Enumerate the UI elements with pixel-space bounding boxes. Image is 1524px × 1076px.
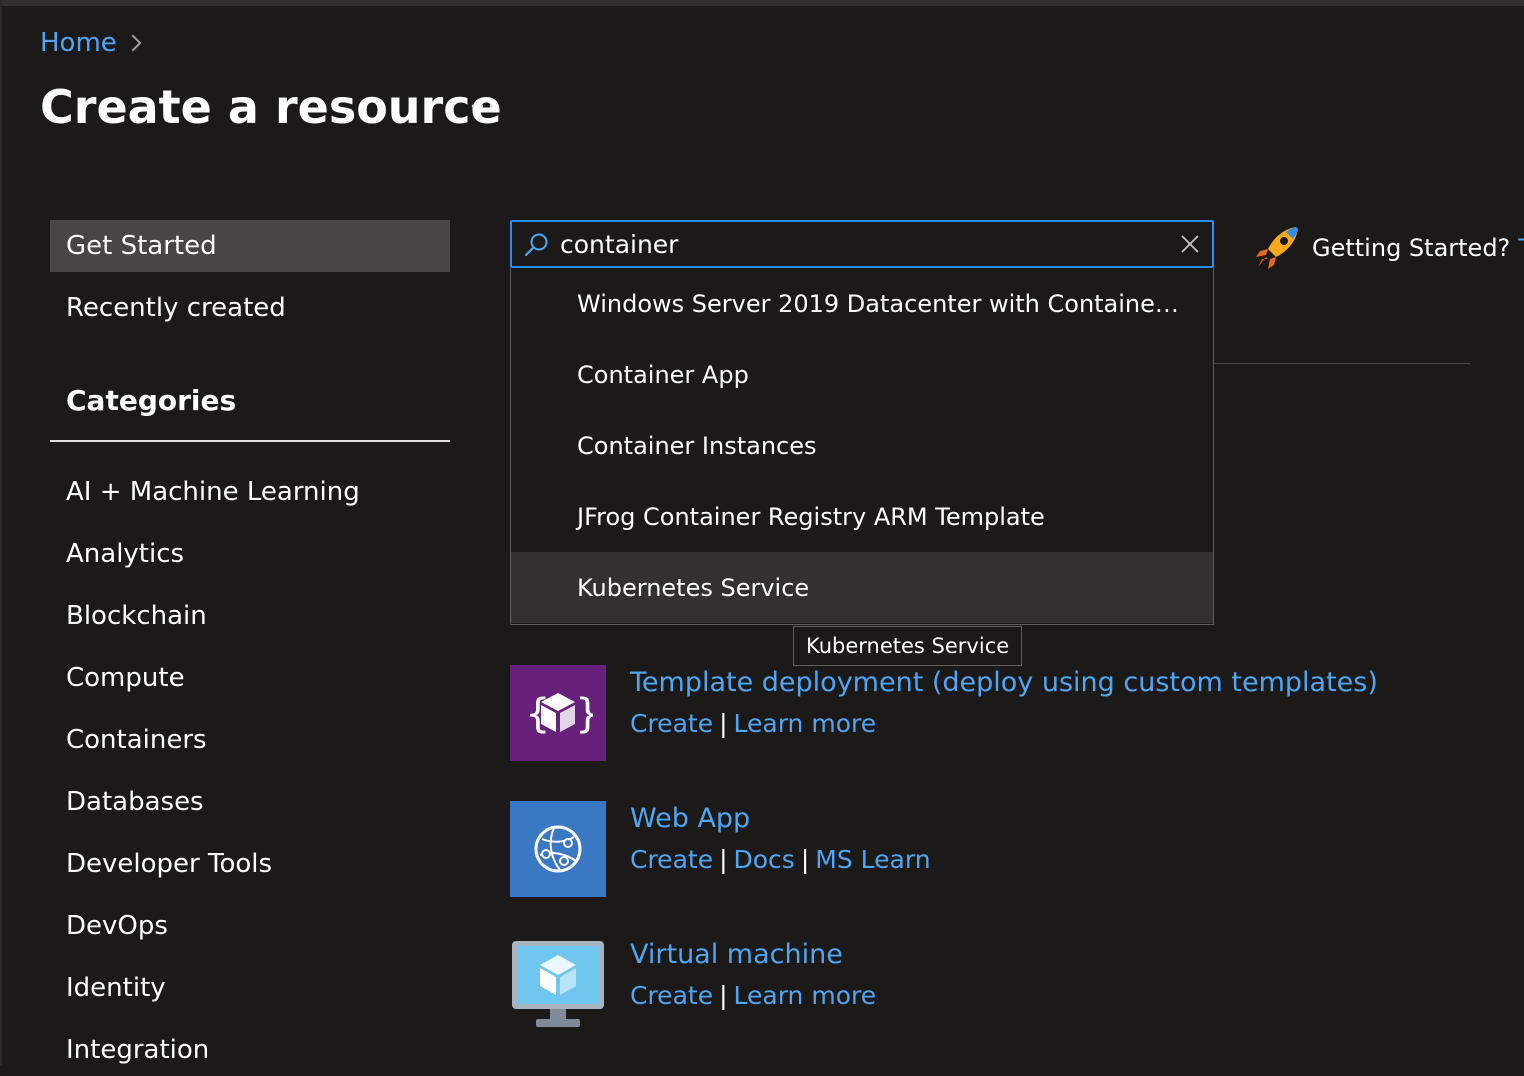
- template-deployment-icon: { }: [510, 665, 606, 761]
- search-icon: [524, 233, 548, 257]
- category-label: Developer Tools: [66, 849, 273, 879]
- sidebar-item-recently-created[interactable]: Recently created: [50, 282, 450, 334]
- more-options-button[interactable]: ···: [466, 90, 500, 126]
- category-developer-tools[interactable]: Developer Tools: [50, 838, 450, 890]
- template-deployment-glyph: { }: [525, 691, 593, 737]
- category-compute[interactable]: Compute: [50, 652, 450, 704]
- search-input[interactable]: [560, 226, 1160, 262]
- category-analytics[interactable]: Analytics: [50, 528, 450, 580]
- sidebar-item-get-started[interactable]: Get Started: [50, 220, 450, 272]
- template-deployment-create-link[interactable]: Create: [630, 709, 713, 738]
- chevron-right-icon: [124, 34, 142, 52]
- category-identity[interactable]: Identity: [50, 962, 450, 1014]
- suggestion-label: Kubernetes Service: [577, 573, 810, 602]
- virtual-machine-icon: [510, 937, 606, 1033]
- virtual-machine-title-link[interactable]: Virtual machine: [630, 939, 843, 970]
- suggestion-container-app[interactable]: Container App: [511, 339, 1213, 410]
- category-label: Databases: [66, 787, 204, 817]
- category-devops[interactable]: DevOps: [50, 900, 450, 952]
- category-blockchain[interactable]: Blockchain: [50, 590, 450, 642]
- link-separator: |: [719, 709, 728, 738]
- categories-divider: [50, 440, 450, 442]
- getting-started-banner: Getting Started? Tr: [1252, 220, 1524, 276]
- category-label: Containers: [66, 725, 207, 755]
- web-app-links: Create | Docs | MS Learn: [630, 845, 931, 874]
- category-label: Blockchain: [66, 601, 207, 631]
- breadcrumb-home-link[interactable]: Home: [40, 28, 117, 58]
- content-divider: [1214, 363, 1470, 364]
- monitor-icon: [512, 941, 604, 1027]
- search-box: [510, 220, 1214, 268]
- web-app-icon: [510, 801, 606, 897]
- left-border: [0, 0, 2, 1066]
- virtual-machine-create-link[interactable]: Create: [630, 981, 713, 1010]
- suggestion-container-instances[interactable]: Container Instances: [511, 410, 1213, 481]
- close-icon[interactable]: [1180, 234, 1200, 254]
- suggestion-label: Windows Server 2019 Datacenter with Cont…: [577, 289, 1179, 318]
- resource-web-app: Web App Create | Docs | MS Learn: [510, 801, 1410, 897]
- template-deployment-learn-more-link[interactable]: Learn more: [734, 709, 877, 738]
- web-app-create-link[interactable]: Create: [630, 845, 713, 874]
- svg-text:}: }: [575, 691, 593, 737]
- category-integration[interactable]: Integration: [50, 1024, 450, 1076]
- link-separator: |: [719, 845, 728, 874]
- categories-heading: Categories: [66, 384, 237, 417]
- web-app-docs-link[interactable]: Docs: [734, 845, 795, 874]
- suggestion-jfrog-container-registry[interactable]: JFrog Container Registry ARM Template: [511, 481, 1213, 552]
- getting-started-text: Getting Started?: [1312, 234, 1511, 262]
- category-label: Identity: [66, 973, 166, 1003]
- globe-icon: [534, 825, 582, 873]
- web-app-title-link[interactable]: Web App: [630, 803, 750, 834]
- suggestion-windows-server-containers[interactable]: Windows Server 2019 Datacenter with Cont…: [511, 268, 1213, 339]
- breadcrumb: Home: [40, 27, 142, 59]
- virtual-machine-learn-more-link[interactable]: Learn more: [734, 981, 877, 1010]
- category-label: DevOps: [66, 911, 168, 941]
- rocket-icon: [1256, 227, 1298, 269]
- getting-started-link[interactable]: Tr: [1518, 234, 1524, 262]
- template-deployment-title-link[interactable]: Template deployment (deploy using custom…: [630, 667, 1378, 698]
- template-deployment-links: Create | Learn more: [630, 709, 876, 738]
- link-separator: |: [800, 845, 810, 874]
- virtual-machine-links: Create | Learn more: [630, 981, 876, 1010]
- web-app-ms-learn-link[interactable]: MS Learn: [815, 845, 930, 874]
- suggestion-kubernetes-service[interactable]: Kubernetes Service: [511, 552, 1213, 623]
- category-label: AI + Machine Learning: [66, 477, 360, 507]
- category-databases[interactable]: Databases: [50, 776, 450, 828]
- link-separator: |: [719, 981, 728, 1010]
- category-containers[interactable]: Containers: [50, 714, 450, 766]
- suggestion-label: Container Instances: [577, 431, 817, 460]
- sidebar-item-label: Get Started: [66, 231, 217, 261]
- category-label: Integration: [66, 1035, 210, 1065]
- category-ai-machine-learning[interactable]: AI + Machine Learning: [50, 466, 450, 518]
- search-suggestions-dropdown: Windows Server 2019 Datacenter with Cont…: [510, 268, 1214, 625]
- page-title: Create a resource: [40, 80, 502, 134]
- top-border: [0, 0, 1524, 6]
- suggestion-label: JFrog Container Registry ARM Template: [577, 502, 1045, 531]
- suggestion-label: Container App: [577, 360, 749, 389]
- sidebar-item-label: Recently created: [66, 293, 286, 323]
- category-label: Compute: [66, 663, 185, 693]
- suggestion-tooltip: Kubernetes Service: [793, 626, 1023, 666]
- resource-template-deployment: { } Template deployment (deploy using cu…: [510, 665, 1410, 761]
- category-label: Analytics: [66, 539, 185, 569]
- resource-virtual-machine: Virtual machine Create | Learn more: [510, 937, 1410, 1033]
